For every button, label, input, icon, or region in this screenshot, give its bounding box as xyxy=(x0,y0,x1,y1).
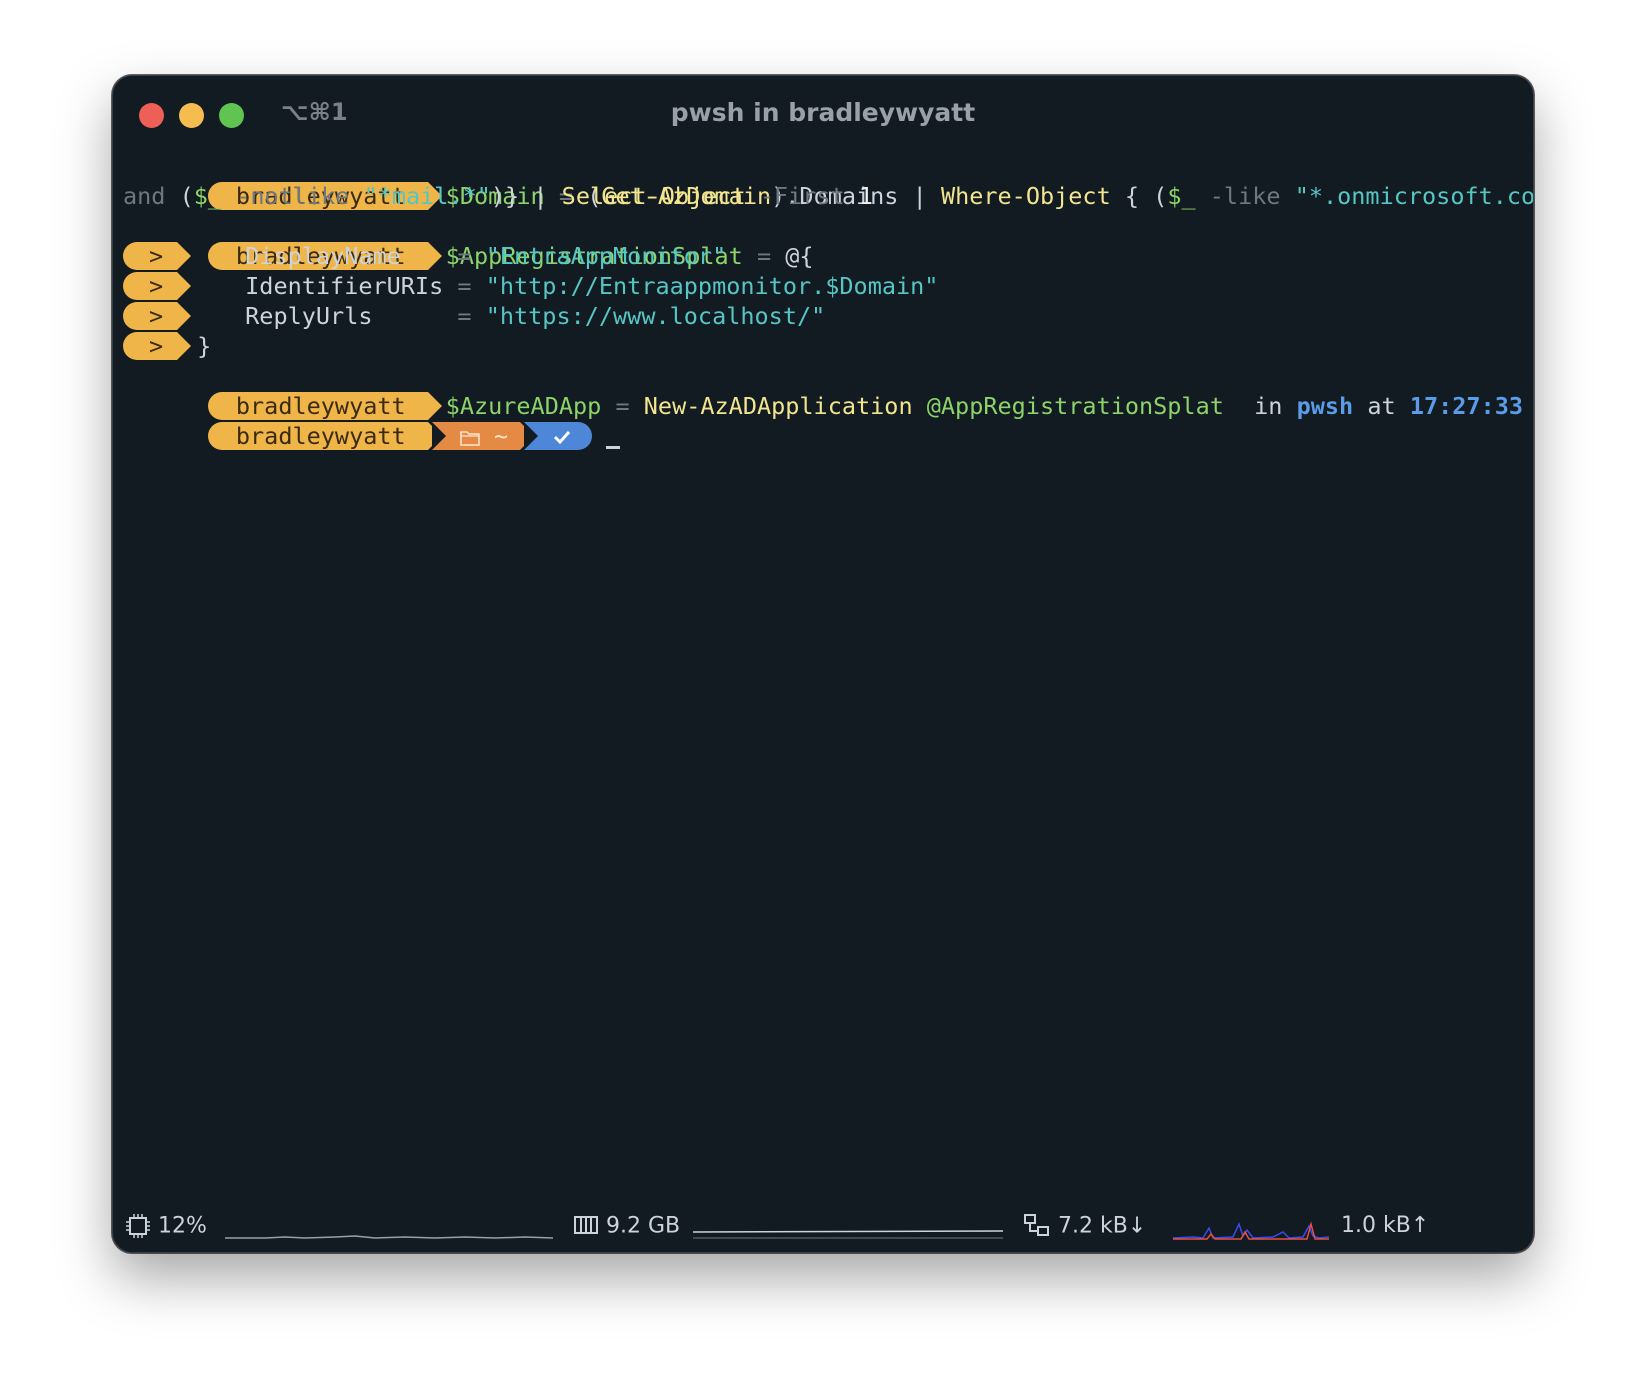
memory-status: 9.2 GB xyxy=(573,1213,680,1239)
prompt-continuation: > xyxy=(123,302,192,330)
continuation-line: >} xyxy=(123,331,1523,361)
network-sparkline xyxy=(1173,1221,1329,1240)
continuation-line: > IdentifierURIs = "http://Entraappmonito… xyxy=(123,271,1523,301)
continuation-line: > DisplayName = "EntraAppMonitor" xyxy=(123,241,1523,271)
memory-icon xyxy=(574,1216,598,1234)
prompt-time: 17:27:33 xyxy=(1409,392,1523,420)
prompt-continuation: > xyxy=(123,272,192,300)
command-line: bradleywyatt $Domain = (Get-AzDomain).Dom… xyxy=(123,151,1533,210)
cpu-status: 12% xyxy=(125,1213,207,1239)
terminal-output[interactable]: bradleywyatt $Domain = (Get-AzDomain).Dom… xyxy=(123,151,1533,450)
command-line-wrap: and ($_ -notlike "*mail.*")} | Select-Ob… xyxy=(123,182,873,210)
network-up-value: 1.0 kB↑ xyxy=(1341,1213,1430,1238)
network-icon xyxy=(1024,1214,1049,1236)
prompt-path-segment: ~ xyxy=(431,422,535,450)
continuation-line: > ReplyUrls = "https://www.localhost/" xyxy=(123,301,1523,331)
status-bar: 12% 9.2 GB 7.2 kB↓ 1.0 kB↑ xyxy=(113,1204,1533,1252)
cpu-value: 12% xyxy=(158,1213,207,1239)
checkmark-icon xyxy=(553,430,571,445)
prompt-status-segment xyxy=(523,422,592,450)
cpu-icon xyxy=(126,1214,150,1238)
prompt-continuation: > xyxy=(123,242,192,270)
command-line: bradleywyatt $AppRegistrationSplat = @{ xyxy=(123,211,1523,270)
cpu-sparkline xyxy=(225,1235,553,1239)
network-down-status: 7.2 kB↓ xyxy=(1023,1213,1146,1239)
prompt-path: ~ xyxy=(493,422,508,450)
memory-sparkline xyxy=(693,1230,1003,1239)
shell-name: pwsh xyxy=(1296,392,1354,420)
command-line: bradleywyatt $AzureADApp = New-AzADApplic… xyxy=(123,361,1523,420)
prompt-continuation: > xyxy=(123,332,192,360)
folder-icon xyxy=(459,431,480,446)
terminal-window: ⌥⌘1 pwsh in bradleywyatt bradleywyatt $Do… xyxy=(112,75,1534,1253)
active-prompt-line[interactable]: bradleywyatt ~ in pwsh at 17:27:33 xyxy=(123,391,1523,450)
prompt-user: bradleywyatt xyxy=(207,422,442,450)
title-bar: ⌥⌘1 pwsh in bradleywyatt xyxy=(113,76,1533,146)
network-down-value: 7.2 kB↓ xyxy=(1058,1213,1147,1239)
memory-value: 9.2 GB xyxy=(606,1213,681,1239)
window-title: pwsh in bradleywyatt xyxy=(670,98,976,127)
network-up-status: 1.0 kB↑ xyxy=(1341,1213,1429,1238)
right-prompt: in pwsh at 17:27:33 xyxy=(1254,392,1523,420)
text-cursor xyxy=(605,446,620,449)
